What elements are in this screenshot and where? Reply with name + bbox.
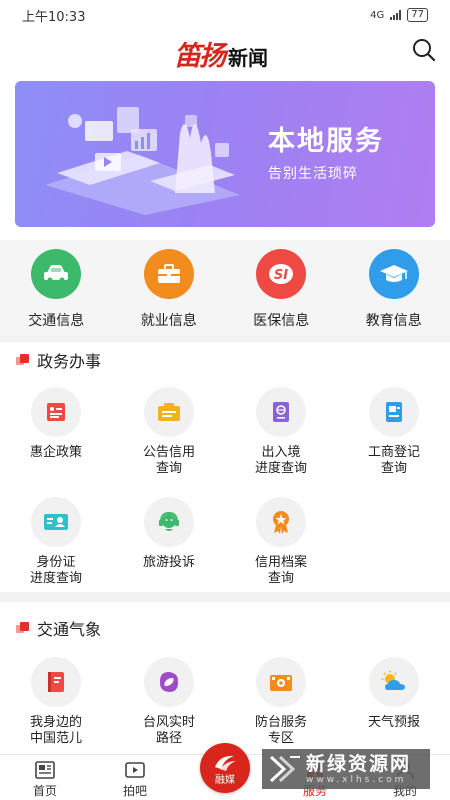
customer-service-icon	[144, 497, 194, 547]
grid-item-label: 我身边的 中国范儿	[29, 715, 82, 746]
grid-item-enterprise-policy[interactable]: 惠企政策	[0, 387, 112, 461]
grid-item-label: 工商登记 查询	[367, 445, 420, 476]
grid-item-tourism-complaint[interactable]: 旅游投诉	[113, 497, 225, 571]
book-icon	[31, 657, 81, 707]
search-button[interactable]	[410, 36, 438, 64]
grid-item-label: 出入境 进度查询	[254, 445, 307, 476]
tab-photo[interactable]: 拍吧	[90, 755, 180, 800]
social-insurance-icon: SI	[256, 249, 307, 299]
gov-affairs-section: 政务办事 惠企政策 公告信用 查询 出入境 进度查询 工商登记 查询 身份证 进…	[0, 342, 450, 592]
grid-item-typhoon-path[interactable]: 台风实时 路径	[113, 657, 225, 747]
id-card-icon	[31, 497, 81, 547]
grid-item-label: 旅游投诉	[142, 555, 195, 570]
watermark-text: 新绿资源网	[306, 753, 412, 775]
quick-item-label: 就业信息	[140, 313, 197, 329]
watermark-url: www.xlhs.com	[306, 775, 407, 785]
logo-subtitle: 新闻	[228, 46, 268, 70]
policy-document-icon	[31, 387, 81, 437]
grid-item-label: 公告信用 查询	[142, 445, 195, 476]
section-title: 交通气象	[37, 620, 102, 639]
status-time: 上午10:33	[22, 9, 86, 25]
business-register-icon	[369, 387, 419, 437]
section-marker-icon	[15, 353, 33, 367]
quick-item-education[interactable]: 教育信息	[338, 240, 450, 336]
grid-item-label: 天气预报	[367, 715, 420, 730]
newspaper-icon	[35, 761, 55, 779]
tab-fusion-media[interactable]: 融媒	[180, 743, 270, 800]
briefcase-icon	[143, 249, 194, 299]
network-type: 4G	[370, 9, 385, 21]
quick-item-medical-insurance[interactable]: SI 医保信息	[225, 240, 338, 336]
app-logo: 笛扬 新闻	[174, 34, 268, 73]
grid-item-label: 身份证 进度查询	[29, 555, 82, 586]
banner-area: 本地服务 告别生活琐碎	[0, 70, 450, 240]
section-title: 政务办事	[37, 352, 102, 371]
tab-home[interactable]: 首页	[0, 755, 90, 800]
car-icon	[31, 249, 82, 299]
quick-item-label: 交通信息	[28, 313, 85, 329]
video-icon	[125, 762, 145, 778]
banner-illustration	[45, 107, 240, 215]
banner-title: 本地服务	[268, 126, 384, 157]
tab-label: 拍吧	[122, 784, 147, 798]
battery-indicator: 77	[407, 8, 428, 22]
fusion-media-icon	[215, 755, 236, 771]
section-marker-icon	[15, 621, 33, 635]
logo-brand: 笛扬	[174, 41, 226, 72]
grid-item-credit-file[interactable]: 信用档案 查询	[225, 497, 337, 587]
watermark-logo-icon	[269, 755, 300, 783]
grid-item-china-style[interactable]: 我身边的 中国范儿	[0, 657, 112, 747]
app-header: 笛扬 新闻	[0, 30, 450, 73]
grid-item-label: 台风实时 路径	[142, 715, 195, 746]
status-indicators: 4G 77	[370, 8, 428, 22]
quick-services: 交通信息 就业信息 SI 医保信息 教育信息	[0, 240, 450, 336]
tab-label: 首页	[32, 784, 57, 798]
quick-item-traffic[interactable]: 交通信息	[0, 240, 113, 336]
shelter-icon	[256, 657, 306, 707]
grid-item-label: 惠企政策	[29, 445, 82, 460]
section-header: 交通气象	[15, 616, 101, 640]
grid-item-business-registration[interactable]: 工商登记 查询	[338, 387, 450, 477]
svg-text:SI: SI	[274, 268, 288, 283]
grid-item-typhoon-service[interactable]: 防台服务 专区	[225, 657, 337, 747]
status-bar: 上午10:33 4G 77	[0, 0, 450, 30]
search-icon	[413, 39, 436, 62]
grid-item-label: 信用档案 查询	[254, 555, 307, 586]
graduation-cap-icon	[368, 249, 419, 299]
grid-item-id-card[interactable]: 身份证 进度查询	[0, 497, 112, 587]
quick-item-label: 教育信息	[365, 313, 422, 329]
traffic-weather-section: 交通气象 我身边的 中国范儿 台风实时 路径 防台服务 专区 天气预报	[0, 602, 450, 754]
grid-item-exit-entry[interactable]: 出入境 进度查询	[225, 387, 337, 477]
announcement-icon	[144, 387, 194, 437]
banner-subtitle: 告别生活琐碎	[268, 166, 358, 182]
quick-item-label: 医保信息	[253, 313, 310, 329]
typhoon-icon	[144, 657, 194, 707]
weather-icon	[369, 657, 419, 707]
signal-icon	[390, 10, 402, 20]
grid-item-label: 防台服务 专区	[254, 715, 307, 746]
quick-item-jobs[interactable]: 就业信息	[113, 240, 226, 336]
tab-label: 融媒	[215, 774, 235, 786]
grid-item-weather-forecast[interactable]: 天气预报	[338, 657, 450, 731]
local-service-banner[interactable]: 本地服务 告别生活琐碎	[15, 81, 435, 227]
credit-badge-icon	[256, 497, 306, 547]
grid-item-credit-announcement[interactable]: 公告信用 查询	[113, 387, 225, 477]
site-watermark: 新绿资源网 www.xlhs.com	[262, 749, 430, 789]
fusion-media-button[interactable]: 融媒	[200, 743, 250, 793]
section-header: 政务办事	[15, 348, 101, 372]
passport-icon	[256, 387, 306, 437]
